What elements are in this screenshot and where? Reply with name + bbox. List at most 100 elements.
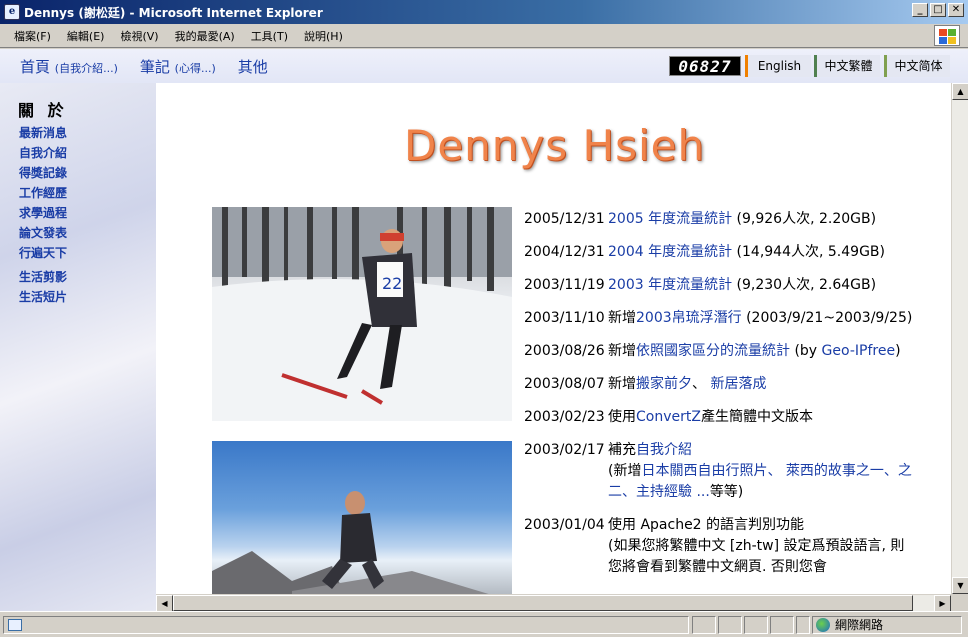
- sidebar-item-news[interactable]: 最新消息: [19, 123, 67, 143]
- sidebar-item-travel[interactable]: 行遍天下: [19, 243, 67, 263]
- windows-logo-icon: [934, 25, 960, 46]
- status-zone: 網際網路: [812, 616, 962, 634]
- news-prefix: 使用 Apache2 的語言判別功能: [608, 517, 805, 533]
- lang-english-button[interactable]: English: [745, 55, 811, 77]
- news-link[interactable]: 2003 年度流量統計: [608, 277, 732, 293]
- news-date: 2003/08/26: [524, 343, 605, 359]
- news-line2-link[interactable]: 日本關西自由行照片、 萊西的故事之一、之二、主持經驗 ...: [608, 463, 912, 500]
- nav-home-sub: (自我介紹...): [54, 61, 118, 75]
- sidebar-item-papers[interactable]: 論文發表: [19, 223, 67, 243]
- main-content: Dennys Hsieh 22 2005/12/31 2005 年度流量統計 (…: [156, 83, 944, 611]
- scroll-right-icon[interactable]: ▶: [934, 595, 951, 611]
- news-prefix: 補充: [608, 442, 636, 458]
- globe-icon: [816, 618, 830, 632]
- maximize-button[interactable]: □: [930, 3, 946, 17]
- news-prefix: 新增: [608, 343, 636, 359]
- menu-view[interactable]: 檢視(V): [112, 28, 166, 44]
- sidebar-menu: 最新消息 自我介紹 得獎記錄 工作經歷 求學過程 論文發表 行遍天下 生活剪影 …: [19, 123, 67, 307]
- news-item: 2003/11/19 2003 年度流量統計 (9,230人次, 2.64GB): [524, 275, 914, 296]
- news-text: (9,926人次, 2.20GB): [732, 211, 877, 227]
- sidebar-item-videos[interactable]: 生活短片: [19, 287, 67, 307]
- lang-simplified-button[interactable]: 中文简体: [884, 55, 950, 77]
- status-cell-5: [796, 616, 810, 634]
- nav-home[interactable]: 首頁 (自我介紹...): [20, 56, 118, 77]
- menu-file[interactable]: 檔案(F): [6, 28, 59, 44]
- news-date: 2004/12/31: [524, 244, 605, 260]
- news-text: (9,230人次, 2.64GB): [732, 277, 877, 293]
- lang-traditional-button[interactable]: 中文繁體: [814, 55, 880, 77]
- news-link[interactable]: 搬家前夕: [636, 376, 692, 392]
- news-link-2[interactable]: 新居落成: [710, 376, 766, 392]
- sidebar-item-awards[interactable]: 得獎記錄: [19, 163, 67, 183]
- svg-text:22: 22: [382, 274, 402, 293]
- menu-edit[interactable]: 編輯(E): [59, 28, 113, 44]
- news-date: 2003/11/10: [524, 310, 605, 326]
- nav-home-label: 首頁: [20, 57, 51, 76]
- news-date: 2005/12/31: [524, 211, 605, 227]
- news-date: 2003/02/17: [524, 442, 605, 458]
- news-item: 2005/12/31 2005 年度流量統計 (9,926人次, 2.20GB): [524, 209, 914, 230]
- scroll-corner: [951, 594, 968, 611]
- news-date: 2003/01/04: [524, 517, 605, 533]
- horizontal-scrollbar[interactable]: ◀ ▶: [156, 594, 951, 611]
- window-title: Dennys (謝松廷) - Microsoft Internet Explor…: [24, 5, 323, 20]
- page-icon: [8, 619, 22, 631]
- news-link-2[interactable]: Geo-IPfree: [822, 343, 896, 359]
- scroll-left-icon[interactable]: ◀: [156, 595, 173, 611]
- menu-help[interactable]: 說明(H): [296, 28, 351, 44]
- news-item: 2003/11/10 新增2003帛琉浮潛行 (2003/9/21~2003/9…: [524, 308, 914, 329]
- news-prefix: 新增: [608, 376, 636, 392]
- menu-favorites[interactable]: 我的最愛(A): [167, 28, 243, 44]
- news-item: 2003/02/23 使用ConvertZ產生簡體中文版本: [524, 407, 914, 428]
- mountain-photo: [212, 441, 512, 611]
- news-link[interactable]: ConvertZ: [636, 409, 701, 425]
- news-text: 產生簡體中文版本: [700, 409, 813, 425]
- status-message: [3, 616, 689, 634]
- sidebar-heading: 關 於: [18, 101, 68, 120]
- nav-notes[interactable]: 筆記 (心得...): [140, 56, 216, 77]
- sidebar-item-photos[interactable]: 生活剪影: [19, 267, 67, 287]
- news-link[interactable]: 依照國家區分的流量統計: [636, 343, 790, 359]
- minimize-button[interactable]: _: [912, 3, 928, 17]
- news-text: 、: [692, 376, 711, 392]
- vertical-scrollbar[interactable]: ▲ ▼: [951, 83, 968, 594]
- window-title-bar: e Dennys (謝松廷) - Microsoft Internet Expl…: [0, 0, 968, 24]
- nav-other[interactable]: 其他: [238, 56, 268, 77]
- sidebar-item-work[interactable]: 工作經歷: [19, 183, 67, 203]
- scroll-up-icon[interactable]: ▲: [952, 83, 968, 100]
- news-text-2: ): [895, 343, 901, 359]
- news-item: 2003/08/07 新增搬家前夕、 新居落成: [524, 374, 914, 395]
- news-link[interactable]: 2005 年度流量統計: [608, 211, 732, 227]
- close-button[interactable]: ✕: [948, 3, 964, 17]
- news-item: 2003/02/17 補充自我介紹 (新增日本關西自由行照片、 萊西的故事之一、之…: [524, 440, 914, 503]
- site-logo: Dennys Hsieh: [404, 121, 706, 170]
- horizontal-scroll-thumb[interactable]: [173, 595, 913, 611]
- status-cell-3: [744, 616, 768, 634]
- news-date: 2003/11/19: [524, 277, 605, 293]
- status-cell-4: [770, 616, 794, 634]
- nav-notes-sub: (心得...): [174, 61, 216, 75]
- news-date: 2003/02/23: [524, 409, 605, 425]
- news-item: 2003/01/04 使用 Apache2 的語言判別功能 (如果您將繁體中文 […: [524, 515, 914, 578]
- news-text: (14,944人次, 5.49GB): [732, 244, 885, 260]
- news-item: 2003/08/26 新增依照國家區分的流量統計 (by Geo-IPfree): [524, 341, 914, 362]
- zone-label: 網際網路: [835, 618, 884, 632]
- sidebar: 關 於 最新消息 自我介紹 得獎記錄 工作經歷 求學過程 論文發表 行遍天下 生…: [0, 83, 156, 611]
- news-item: 2004/12/31 2004 年度流量統計 (14,944人次, 5.49GB…: [524, 242, 914, 263]
- browser-viewport: 首頁 (自我介紹...) 筆記 (心得...) 其他 06827 English…: [0, 49, 968, 611]
- menu-tools[interactable]: 工具(T): [243, 28, 296, 44]
- sidebar-item-about[interactable]: 自我介紹: [19, 143, 67, 163]
- news-line2-prefix: (新增: [608, 463, 642, 479]
- news-line2-text: 等等): [709, 484, 744, 500]
- scroll-down-icon[interactable]: ▼: [952, 577, 968, 594]
- news-prefix: 使用: [608, 409, 636, 425]
- sidebar-item-education[interactable]: 求學過程: [19, 203, 67, 223]
- news-link[interactable]: 2003帛琉浮潛行: [636, 310, 742, 326]
- status-cell-2: [718, 616, 742, 634]
- news-link[interactable]: 2004 年度流量統計: [608, 244, 732, 260]
- nav-notes-label: 筆記: [139, 57, 170, 76]
- status-cell-1: [692, 616, 716, 634]
- news-line2: (如果您將繁體中文 [zh-tw] 設定爲預設語言, 則您將會看到繁體中文網頁.…: [608, 538, 905, 575]
- ski-photo: 22: [212, 207, 512, 421]
- news-link[interactable]: 自我介紹: [636, 442, 692, 458]
